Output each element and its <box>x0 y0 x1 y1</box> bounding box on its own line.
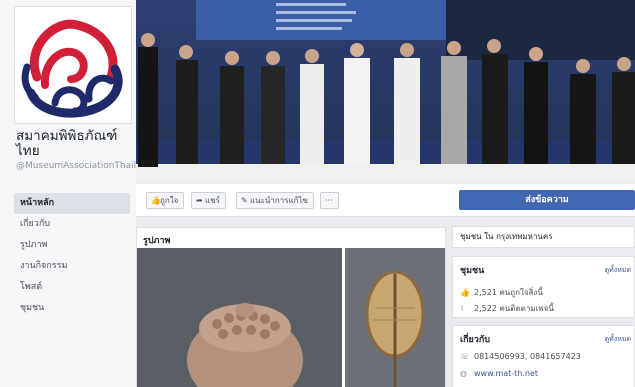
about-see-all-link[interactable]: ดูทั้งหมด <box>605 334 631 345</box>
buddha-head-image <box>137 248 342 387</box>
page-action-bar: 👍ถูกใจ ➦ แชร์ ✎ แนะนำการแก้ไข ··· ส่งข้อคว… <box>136 184 635 217</box>
likes-count: 2,521 คนถูกใจสิ่งนี้ <box>474 288 543 297</box>
association-logo <box>15 7 131 123</box>
nav-item-about[interactable]: เกี่ยวกับ <box>14 214 130 235</box>
phone-row: ☏ 0814506993, 0841657423 <box>460 352 581 361</box>
photo-thumbnail-fan[interactable] <box>345 248 445 387</box>
phone-numbers: 0814506993, 0841657423 <box>474 352 581 361</box>
community-location[interactable]: ชุมชน ใน กรุงเทพมหานคร <box>452 226 635 248</box>
rss-follow-icon: ⌇ <box>460 304 464 313</box>
website-link[interactable]: www.mat-th.net <box>474 369 538 378</box>
left-column: สมาคมพิพิธภัณฑ์ไทย @MuseumAssociationTha… <box>0 0 153 387</box>
share-button[interactable]: ➦ แชร์ <box>191 192 226 209</box>
cover-group-photo <box>136 0 635 183</box>
community-box-title: ชุมชน <box>460 266 485 276</box>
suggest-edit-button[interactable]: ✎ แนะนำการแก้ไข <box>236 192 315 209</box>
share-arrow-icon: ➦ <box>196 196 203 205</box>
community-see-all-link[interactable]: ดูทั้งหมด <box>605 265 631 276</box>
photos-panel: รูปภาพ <box>136 227 446 387</box>
pencil-icon: ✎ <box>241 196 248 205</box>
likes-row: 👍 2,521 คนถูกใจสิ่งนี้ <box>460 286 543 299</box>
thumbs-up-icon: 👍 <box>151 196 161 205</box>
about-box: เกี่ยวกับ ดูทั้งหมด ☏ 0814506993, 0841657… <box>452 325 635 387</box>
photos-panel-title[interactable]: รูปภาพ <box>143 233 170 247</box>
follows-count: 2,522 คนติดตามเพจนี้ <box>474 304 554 313</box>
suggest-edit-label: แนะนำการแก้ไข <box>250 196 309 205</box>
send-message-button[interactable]: ส่งข้อความ <box>459 190 635 210</box>
nav-item-posts[interactable]: โพสต์ <box>14 277 130 298</box>
nav-item-photos[interactable]: รูปภาพ <box>14 235 130 256</box>
like-button-label: ถูกใจ <box>160 196 179 205</box>
share-button-label: แชร์ <box>205 196 220 205</box>
page-nav: หน้าหลัก เกี่ยวกับ รูปภาพ งานกิจกรรม โพส… <box>14 193 130 319</box>
community-box: ชุมชน ดูทั้งหมด 👍 2,521 คนถูกใจสิ่งนี้ ⌇ 2… <box>452 256 635 318</box>
ceremonial-fan-image <box>345 248 445 387</box>
phone-icon: ☏ <box>460 352 471 361</box>
thumbs-up-icon: 👍 <box>460 288 470 297</box>
more-button-label: ··· <box>325 196 333 205</box>
page-profile-picture[interactable] <box>14 6 132 124</box>
website-row[interactable]: ◍ www.mat-th.net <box>460 369 538 378</box>
page-handle[interactable]: @MuseumAssociationThailand <box>16 161 153 171</box>
nav-item-community[interactable]: ชุมชน <box>14 298 130 319</box>
cover-photo[interactable] <box>136 0 635 183</box>
about-box-title: เกี่ยวกับ <box>460 335 491 345</box>
more-button[interactable]: ··· <box>320 192 339 209</box>
page-title: สมาคมพิพิธภัณฑ์ไทย <box>16 128 118 159</box>
photo-thumbnail-buddha-head[interactable] <box>137 248 342 387</box>
follows-row: ⌇ 2,522 คนติดตามเพจนี้ <box>460 302 554 315</box>
nav-item-events[interactable]: งานกิจกรรม <box>14 256 130 277</box>
globe-icon: ◍ <box>460 369 467 378</box>
nav-item-home[interactable]: หน้าหลัก <box>14 193 130 214</box>
like-button[interactable]: 👍ถูกใจ <box>146 192 185 209</box>
